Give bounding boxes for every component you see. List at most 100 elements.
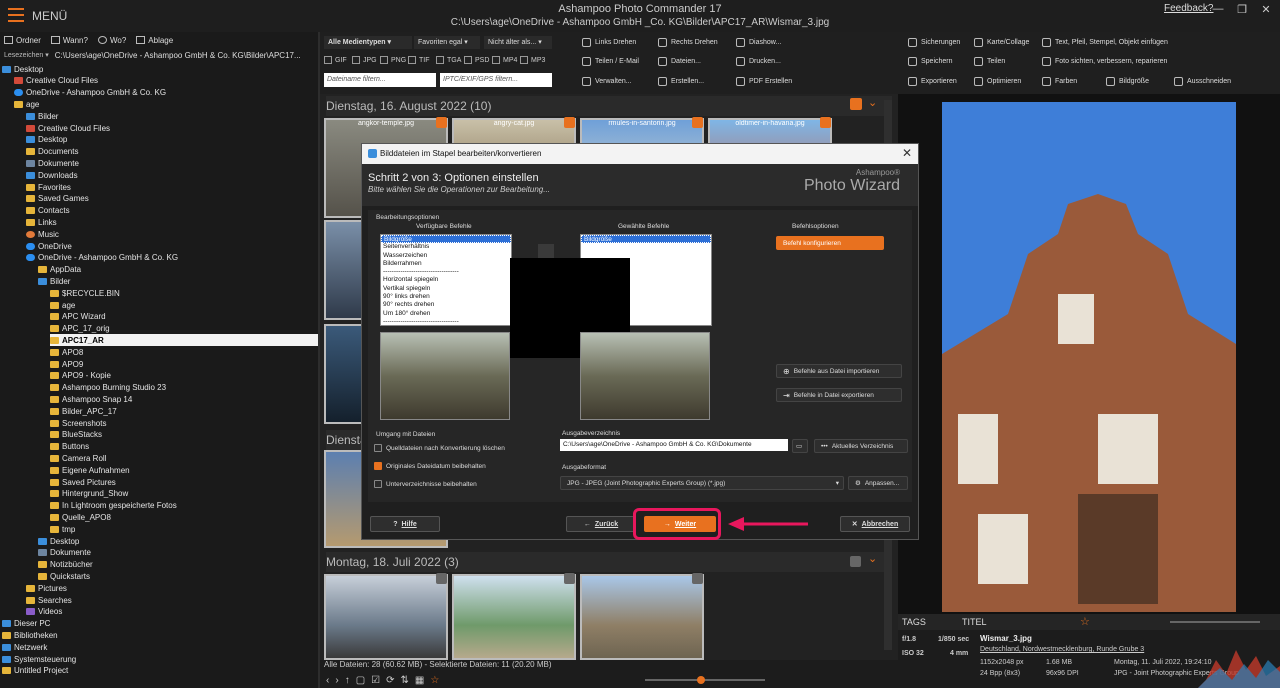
tree-item[interactable]: Pictures: [26, 582, 67, 594]
map-collage-button[interactable]: Karte/Collage: [974, 38, 1029, 47]
tree-item[interactable]: OneDrive - Ashampoo GmbH & Co. KG: [26, 252, 178, 264]
list-item[interactable]: Bildgröße: [581, 235, 711, 244]
sort-icon[interactable]: ⇅: [401, 675, 409, 686]
group-select-checkbox[interactable]: [850, 98, 862, 110]
tree-item[interactable]: Eigene Aufnahmen: [50, 464, 130, 476]
list-item[interactable]: 90° rechts drehen: [381, 301, 511, 309]
format-checkbox[interactable]: TGA: [436, 56, 461, 64]
format-checkbox[interactable]: MP3: [520, 56, 545, 64]
tree-item[interactable]: Music: [26, 228, 59, 240]
tree-item[interactable]: tmp: [50, 523, 75, 535]
tree-item[interactable]: age: [50, 299, 75, 311]
tree-item[interactable]: Camera Roll: [50, 452, 106, 464]
list-item[interactable]: -----------------------------------: [381, 268, 511, 276]
rating-slider[interactable]: [1170, 621, 1260, 623]
rotate-left-button[interactable]: Links Drehen: [582, 38, 636, 47]
tree-item[interactable]: Favorites: [26, 181, 71, 193]
tree-item[interactable]: Creative Cloud Files: [26, 122, 110, 134]
browse-folder-button[interactable]: ▭: [792, 439, 808, 453]
tree-item[interactable]: Hintergrund_Show: [50, 488, 128, 500]
back-button[interactable]: ← Zurück: [566, 516, 636, 532]
tree-item[interactable]: Ashampoo Snap 14: [50, 393, 132, 405]
group-header-aug16[interactable]: Dienstag, 16. August 2022 (10): [326, 96, 892, 116]
output-format-select[interactable]: JPG - JPEG (Joint Photographic Experts G…: [560, 476, 844, 490]
tree-item[interactable]: OneDrive - Ashampoo GmbH & Co. KG: [14, 87, 166, 99]
minimize-button[interactable]: —: [1210, 3, 1226, 15]
tree-item[interactable]: BlueStacks: [50, 429, 102, 441]
view-icon[interactable]: ▢: [356, 675, 365, 686]
list-item[interactable]: 90° links drehen: [381, 293, 511, 301]
tree-item[interactable]: Bilder_APC_17: [50, 405, 117, 417]
iptc-filter-input[interactable]: IPTC/EXIF/GPS filtern...: [440, 73, 552, 87]
keep-subdirs-checkbox[interactable]: Unterverzeichnisse beibehalten: [374, 480, 477, 488]
grid-icon[interactable]: ▦: [415, 675, 424, 686]
configure-command-button[interactable]: Befehl konfigurieren: [776, 236, 884, 250]
list-item[interactable]: Bildgröße: [381, 235, 511, 244]
tree-item[interactable]: In Lightroom gespeicherte Fotos: [50, 500, 177, 512]
chevron-down-icon[interactable]: ⌄: [868, 96, 877, 109]
tree-item[interactable]: Netzwerk: [2, 641, 47, 653]
prev-icon[interactable]: ‹: [326, 675, 329, 686]
bookmark-dropdown[interactable]: Lesezeichen ▾: [4, 51, 49, 60]
restore-button[interactable]: ❐: [1234, 3, 1250, 16]
export-button[interactable]: Exportieren: [908, 77, 957, 86]
tab-titel[interactable]: TITEL: [962, 617, 987, 627]
import-commands-button[interactable]: ⊕ Befehle aus Datei importieren: [776, 364, 902, 378]
tree-item[interactable]: Buttons: [50, 441, 89, 453]
help-button[interactable]: ? Hilfe: [370, 516, 440, 532]
thumbnail-checkbox[interactable]: [436, 573, 447, 584]
tree-item[interactable]: Quelle_APO8: [50, 511, 111, 523]
tree-item[interactable]: Desktop: [2, 63, 43, 75]
output-dir-input[interactable]: C:\Users\age\OneDrive - Ashampoo GmbH & …: [560, 439, 788, 451]
format-checkbox[interactable]: PNG: [380, 56, 406, 64]
tree-item[interactable]: $RECYCLE.BIN: [50, 287, 120, 299]
image-preview[interactable]: [898, 94, 1280, 614]
bookmark-path[interactable]: C:\Users\age\OneDrive - Ashampoo GmbH & …: [55, 51, 301, 60]
tree-item[interactable]: Videos: [26, 606, 62, 618]
tree-item[interactable]: Creative Cloud Files: [14, 75, 98, 87]
thumbnail-checkbox[interactable]: [692, 573, 703, 584]
resize-button[interactable]: Bildgröße: [1106, 77, 1149, 86]
insert-text-button[interactable]: Text, Pfeil, Stempel, Objekt einfügen: [1042, 38, 1168, 47]
list-item[interactable]: -----------------------------------: [381, 318, 511, 326]
thumbnail-checkbox[interactable]: [564, 117, 575, 128]
tree-item[interactable]: APO9: [50, 358, 83, 370]
tree-item[interactable]: Documents: [26, 146, 78, 158]
name-filter-input[interactable]: Dateiname filtern...: [324, 73, 436, 87]
share-email-button[interactable]: Teilen / E-Mail: [582, 57, 639, 66]
files-button[interactable]: Dateien...: [658, 57, 701, 66]
keep-date-checkbox[interactable]: Originales Dateidatum beibehalten: [374, 462, 486, 470]
delete-sources-checkbox[interactable]: Quelldateien nach Konvertierung löschen: [374, 444, 505, 452]
adjust-button[interactable]: ⚙ Anpassen...: [848, 476, 908, 490]
rating-star-icon[interactable]: ☆: [1080, 615, 1090, 628]
tree-item[interactable]: Desktop: [38, 535, 79, 547]
tree-item[interactable]: APC_17_orig: [50, 323, 110, 335]
tree-item[interactable]: Saved Pictures: [50, 476, 116, 488]
refresh-icon[interactable]: ⟳: [386, 675, 394, 686]
up-icon[interactable]: ↑: [345, 675, 350, 686]
create-button[interactable]: Erstellen...: [658, 77, 704, 86]
thumbnail[interactable]: [580, 574, 704, 660]
rotate-right-button[interactable]: Rechts Drehen: [658, 38, 718, 47]
tree-item[interactable]: Screenshots: [50, 417, 106, 429]
thumbnail[interactable]: [452, 574, 576, 660]
format-checkbox[interactable]: TIF: [408, 56, 430, 64]
tree-item[interactable]: Bilder: [26, 110, 58, 122]
backups-button[interactable]: Sicherungen: [908, 38, 960, 47]
tree-item[interactable]: AppData: [38, 264, 81, 276]
media-type-dropdown[interactable]: Alle Medientypen ▾: [324, 36, 412, 49]
tree-item[interactable]: Downloads: [26, 169, 78, 181]
dialog-close-icon[interactable]: ✕: [902, 146, 912, 160]
zoom-slider[interactable]: [645, 676, 766, 684]
tree-item[interactable]: Systemsteuerung: [2, 653, 76, 665]
thumbnail-checkbox[interactable]: [692, 117, 703, 128]
available-commands-list[interactable]: Bildgröße Seitenverhältnis Wasserzeichen Bi…: [380, 234, 512, 326]
tree-item[interactable]: Dieser PC: [2, 618, 50, 630]
format-checkbox[interactable]: GIF: [324, 56, 347, 64]
tab-tags[interactable]: TAGS: [902, 617, 926, 627]
thumbnail[interactable]: [324, 324, 364, 424]
manage-button[interactable]: Verwalten...: [582, 77, 632, 86]
tree-item[interactable]: Searches: [26, 594, 72, 606]
crop-button[interactable]: Ausschneiden: [1174, 77, 1231, 86]
tree-item[interactable]: APC17_AR: [50, 334, 318, 347]
